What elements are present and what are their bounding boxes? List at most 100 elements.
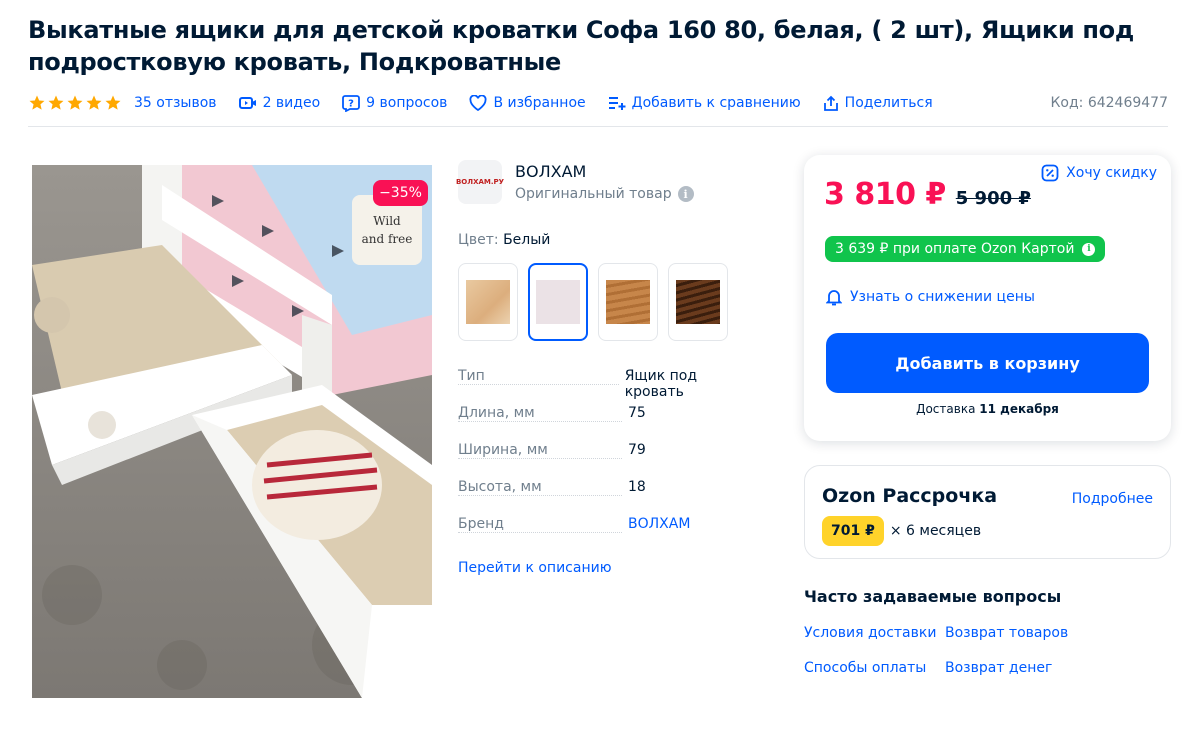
spec-row: Бренд ВОЛХАМ [458,516,758,553]
color-swatches [458,263,728,341]
spec-row: Высота, мм 18 [458,479,758,516]
share-label: Поделиться [844,95,933,111]
spec-value: 79 [628,442,646,458]
header-divider [28,126,1168,127]
rating-stars[interactable] [28,94,122,112]
ozon-card-price-text: 3 639 ₽ при оплате Ozon Картой [835,241,1075,257]
product-title: Выкатные ящики для детской кроватки Софа… [28,16,1134,76]
star-icon [67,95,83,110]
color-label-prefix: Цвет: [458,232,499,248]
bell-icon [826,290,842,306]
favorite-button[interactable]: В избранное [469,95,586,111]
go-to-description-link[interactable]: Перейти к описанию [458,560,611,576]
want-discount-button[interactable]: Хочу скидку [1041,164,1157,182]
compare-label: Добавить к сравнению [631,95,801,111]
swatch-oak[interactable] [598,263,658,341]
spec-name: Высота, мм [458,479,628,496]
info-icon[interactable]: i [677,186,694,202]
questions-link[interactable]: ? 9 вопросов [342,94,447,112]
notify-label: Узнать о снижении цены [850,289,1035,305]
discount-badge: −35% [373,180,428,206]
brand-logo-text: ВОЛХАМ.РУ [455,178,505,186]
delivery-prefix: Доставка [916,402,976,416]
want-discount-label: Хочу скидку [1066,165,1157,181]
brand-logo[interactable]: ВОЛХАМ.РУ [455,160,505,204]
product-photo[interactable]: Wild and free [32,165,432,698]
reviews-link[interactable]: 35 отзывов [134,95,217,111]
installment-more-link[interactable]: Подробнее [1072,491,1153,507]
reviews-label: 35 отзывов [134,95,217,111]
product-meta-row: 35 отзывов 2 видео ? 9 вопросов В избран… [28,92,1168,114]
star-icon [29,95,45,110]
spec-name-text: Высота, мм [458,479,546,495]
price-row: 3 810 ₽ 5 900 ₽ [824,177,1031,212]
spec-name: Бренд [458,516,628,533]
add-to-cart-button[interactable]: Добавить в корзину [826,333,1149,393]
brand-spec-link[interactable]: ВОЛХАМ [628,516,690,532]
brand-name[interactable]: ВОЛХАМ [515,162,586,181]
svg-text:?: ? [348,99,354,110]
installment-term: × 6 месяцев [889,523,982,539]
installment-amount: 701 ₽ [822,516,884,546]
delivery-info: Доставка 11 декабря [804,402,1171,416]
spec-name-text: Ширина, мм [458,442,552,458]
spec-value: 18 [628,479,646,495]
svg-text:Wild: Wild [373,214,401,228]
swatch-dark-wood[interactable] [668,263,728,341]
spec-row: Длина, мм 75 [458,405,758,442]
swatch-chip [606,280,650,324]
spec-name-text: Тип [458,368,489,384]
delivery-date: 11 декабря [979,402,1059,416]
swatch-white[interactable] [528,263,588,341]
installment-payment: 701 ₽ × 6 месяцев [822,516,981,546]
ozon-card-price[interactable]: 3 639 ₽ при оплате Ozon Картой i [825,236,1106,262]
color-value: Белый [503,232,551,248]
favorite-label: В избранное [493,95,586,111]
current-price: 3 810 ₽ [824,177,946,212]
discount-tag-icon [1041,164,1059,182]
compare-button[interactable]: Добавить к сравнению [608,95,801,111]
product-code: Код: 642469477 [1050,95,1168,111]
heart-icon [469,95,487,111]
share-button[interactable]: Поделиться [823,95,933,112]
faq-link-delivery[interactable]: Условия доставки [804,625,936,641]
spec-row: Тип Ящик под кровать [458,368,758,405]
star-icon [86,95,102,110]
specs-list: Тип Ящик под кровать Длина, мм 75 Ширина… [458,368,758,553]
installment-title: Ozon Рассрочка [822,485,998,507]
spec-name: Тип [458,368,625,385]
spec-name-text: Длина, мм [458,405,539,421]
question-icon: ? [342,95,361,112]
swatch-chip [676,280,720,324]
spec-name: Ширина, мм [458,442,628,459]
product-photo-illustration: Wild and free [32,165,432,698]
questions-label: 9 вопросов [366,95,448,111]
spec-name-text: Бренд [458,516,508,532]
videos-link[interactable]: 2 видео [238,95,321,111]
swatch-light-pine[interactable] [458,263,518,341]
swatch-chip [466,280,510,324]
star-icon [48,95,64,110]
installment-card[interactable]: Ozon Рассрочка Подробнее 701 ₽ × 6 месяц… [804,465,1171,559]
original-text: Оригинальный товар [515,186,672,202]
video-icon [238,97,256,109]
spec-name: Длина, мм [458,405,628,422]
buy-card: Хочу скидку 3 810 ₽ 5 900 ₽ 3 639 ₽ при … [804,155,1171,441]
spec-value: 75 [628,405,646,421]
svg-text:and free: and free [362,232,413,246]
star-icon [105,95,121,110]
faq-link-returns[interactable]: Возврат товаров [945,625,1068,641]
info-icon: i [1082,242,1096,256]
old-price: 5 900 ₽ [955,188,1031,209]
faq-link-refund[interactable]: Возврат денег [945,660,1052,676]
spec-value: Ящик под кровать [624,368,698,400]
faq-link-payment[interactable]: Способы оплаты [804,660,926,676]
original-product-label: Оригинальный товар i [515,186,694,202]
price-drop-notify-link[interactable]: Узнать о снижении цены [826,288,1035,306]
spec-row: Ширина, мм 79 [458,442,758,479]
share-icon [823,95,838,111]
videos-label: 2 видео [262,95,321,111]
color-label: Цвет: Белый [458,232,550,248]
compare-icon [608,97,626,110]
swatch-chip [536,280,580,324]
